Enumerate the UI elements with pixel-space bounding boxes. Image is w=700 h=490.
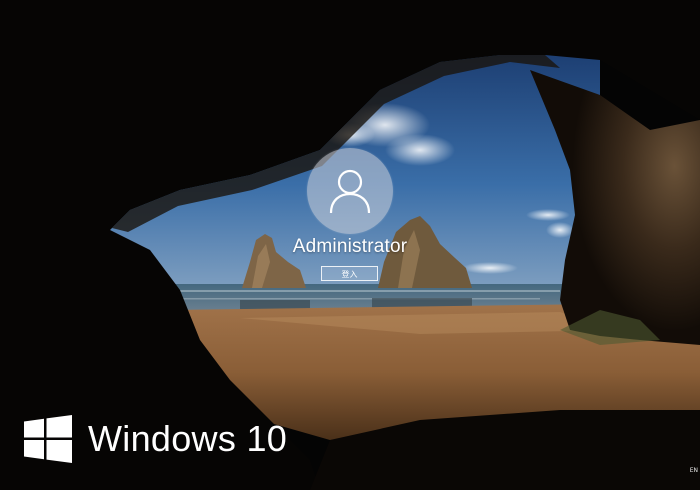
- sign-in-button[interactable]: 登入: [321, 266, 378, 281]
- user-name: Administrator: [292, 236, 408, 257]
- user-avatar[interactable]: [307, 148, 393, 234]
- product-name: Windows 10: [88, 418, 288, 459]
- language-indicator[interactable]: EN: [690, 467, 698, 474]
- windows-logo-icon: [24, 415, 72, 463]
- windows-branding: Windows 10: [24, 414, 287, 464]
- user-icon: [329, 169, 371, 214]
